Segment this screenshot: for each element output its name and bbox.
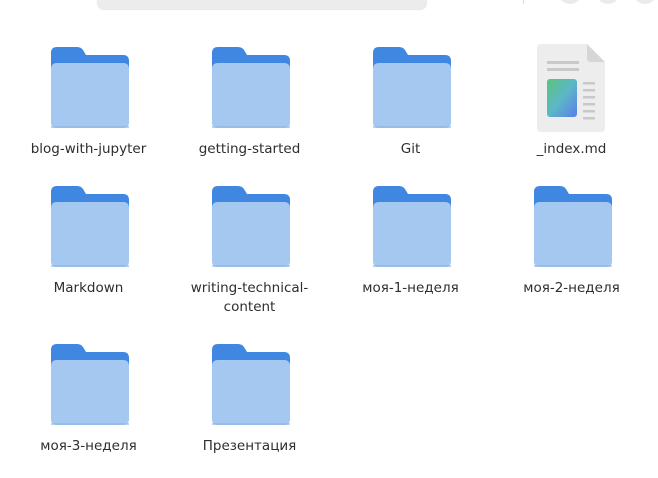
header-separator <box>523 0 524 4</box>
close-button[interactable] <box>633 0 657 4</box>
folder-icon <box>41 179 137 275</box>
file-name: getting-started <box>198 141 301 157</box>
grid-item[interactable]: blog-with-jupyter <box>8 40 169 179</box>
file-manager-window: blog-with-jupyter getting-started Git _i… <box>0 0 658 478</box>
grid-item[interactable]: моя-2-неделя <box>491 179 652 337</box>
grid-item[interactable]: Презентация <box>169 337 330 477</box>
grid-item[interactable]: моя-3-неделя <box>8 337 169 477</box>
header-bar <box>0 0 658 10</box>
maximize-button[interactable] <box>596 0 620 4</box>
grid-item[interactable]: моя-1-неделя <box>330 179 491 337</box>
file-name: blog-with-jupyter <box>30 141 147 157</box>
file-name: Презентация <box>202 438 297 454</box>
folder-icon <box>202 179 298 275</box>
folder-icon <box>202 40 298 136</box>
folder-icon <box>41 40 137 136</box>
file-name: _index.md <box>536 141 607 157</box>
folder-icon <box>41 337 137 433</box>
grid-item[interactable]: Markdown <box>8 179 169 337</box>
location-bar[interactable] <box>97 0 427 9</box>
file-name: Markdown <box>53 280 124 296</box>
file-name: Git <box>400 141 421 157</box>
markdown-file-icon <box>524 40 620 136</box>
file-name: writing-technical- content <box>190 280 309 315</box>
file-name: моя-3-неделя <box>40 438 137 454</box>
file-name: моя-1-неделя <box>362 280 459 296</box>
grid-item[interactable]: Git <box>330 40 491 179</box>
minimize-button[interactable] <box>558 0 582 4</box>
folder-icon <box>202 337 298 433</box>
folder-icon <box>524 179 620 275</box>
folder-icon <box>363 179 459 275</box>
grid-item[interactable]: getting-started <box>169 40 330 179</box>
grid-item[interactable]: writing-technical- content <box>169 179 330 337</box>
folder-icon <box>363 40 459 136</box>
file-grid: blog-with-jupyter getting-started Git _i… <box>8 40 652 477</box>
grid-item[interactable]: _index.md <box>491 40 652 179</box>
file-name: моя-2-неделя <box>523 280 620 296</box>
